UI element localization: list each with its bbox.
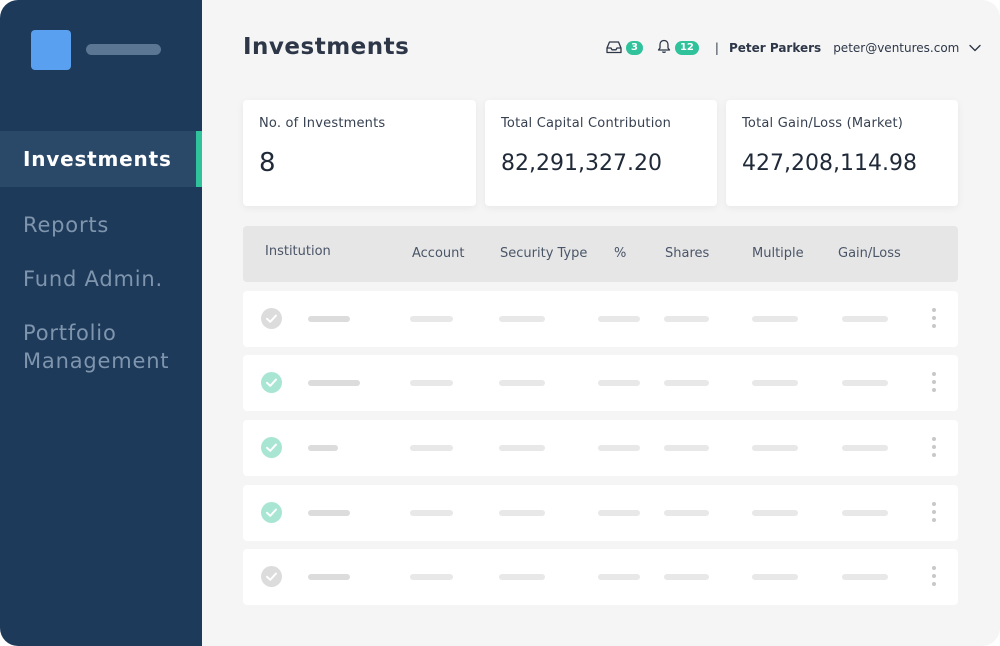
investments-count-card: No. of Investments 8 <box>243 100 476 206</box>
logo-icon <box>31 30 71 70</box>
more-options-icon[interactable] <box>931 308 937 330</box>
multiple-placeholder <box>752 316 798 322</box>
gain-loss-placeholder <box>842 574 888 580</box>
inbox-count-badge: 3 <box>626 41 643 55</box>
percent-placeholder <box>598 380 640 386</box>
security-type-placeholder <box>499 510 545 516</box>
shares-placeholder <box>664 574 709 580</box>
table-row[interactable] <box>243 485 958 541</box>
account-placeholder <box>410 316 453 322</box>
multiple-placeholder <box>752 380 798 386</box>
notification-count-badge: 12 <box>674 41 699 55</box>
check-circle-icon[interactable] <box>261 502 282 523</box>
card-value: 427,208,114.98 <box>742 151 917 176</box>
account-placeholder <box>410 574 453 580</box>
capital-contribution-card: Total Capital Contribution 82,291,327.20 <box>485 100 717 206</box>
sidebar-item-label: Reports <box>23 213 110 237</box>
column-header-percent[interactable]: % <box>614 226 626 282</box>
page-title: Investments <box>243 34 410 60</box>
card-label: No. of Investments <box>259 116 386 131</box>
account-placeholder <box>410 445 453 451</box>
sidebar-item-investments[interactable]: Investments <box>0 131 202 187</box>
check-circle-icon[interactable] <box>261 437 282 458</box>
sidebar-item-label: Fund Admin. <box>23 267 163 291</box>
institution-placeholder <box>308 445 338 451</box>
more-options-icon[interactable] <box>931 566 937 588</box>
institution-placeholder <box>308 510 350 516</box>
multiple-placeholder <box>752 445 798 451</box>
sidebar-item-fund-admin[interactable]: Fund Admin. <box>0 265 202 293</box>
header-separator: | <box>714 41 719 55</box>
shares-placeholder <box>664 510 709 516</box>
chevron-down-icon <box>969 41 982 55</box>
gain-loss-card: Total Gain/Loss (Market) 427,208,114.98 <box>726 100 958 206</box>
shares-placeholder <box>664 380 709 386</box>
account-placeholder <box>410 380 453 386</box>
header-actions: 3 12 | Peter Parkers peter@ventures.com <box>606 37 982 59</box>
sidebar-item-portfolio-management[interactable]: Portfolio Management <box>0 319 202 375</box>
gain-loss-placeholder <box>842 445 888 451</box>
multiple-placeholder <box>752 574 798 580</box>
check-circle-icon[interactable] <box>261 372 282 393</box>
column-header-gain-loss[interactable]: Gain/Loss <box>838 226 901 282</box>
inbox-icon <box>606 40 622 57</box>
column-header-account[interactable]: Account <box>412 226 465 282</box>
column-header-institution[interactable]: Institution <box>265 224 331 280</box>
sidebar-item-label: Management <box>23 349 170 373</box>
gain-loss-placeholder <box>842 510 888 516</box>
card-label: Total Capital Contribution <box>501 116 672 131</box>
table-row[interactable] <box>243 355 958 411</box>
account-placeholder <box>410 510 453 516</box>
security-type-placeholder <box>499 445 545 451</box>
table-row[interactable] <box>243 291 958 347</box>
notifications-button[interactable]: 12 <box>657 39 699 57</box>
security-type-placeholder <box>499 574 545 580</box>
app-window: Investments Reports Fund Admin. Portfoli… <box>0 0 1000 646</box>
shares-placeholder <box>664 316 709 322</box>
more-options-icon[interactable] <box>931 437 937 459</box>
more-options-icon[interactable] <box>931 502 937 524</box>
column-header-multiple[interactable]: Multiple <box>752 226 804 282</box>
institution-placeholder <box>308 574 350 580</box>
user-email: peter@ventures.com <box>833 41 960 55</box>
percent-placeholder <box>598 574 640 580</box>
gain-loss-placeholder <box>842 380 888 386</box>
shares-placeholder <box>664 445 709 451</box>
table-row[interactable] <box>243 420 958 476</box>
table-row[interactable] <box>243 549 958 605</box>
more-options-icon[interactable] <box>931 372 937 394</box>
sidebar-item-reports[interactable]: Reports <box>0 211 202 239</box>
sidebar-item-label: Investments <box>23 147 172 171</box>
inbox-button[interactable]: 3 <box>606 40 643 57</box>
percent-placeholder <box>598 445 640 451</box>
bell-icon <box>657 39 671 57</box>
sidebar: Investments Reports Fund Admin. Portfoli… <box>0 0 202 646</box>
security-type-placeholder <box>499 316 545 322</box>
institution-placeholder <box>308 380 360 386</box>
institution-placeholder <box>308 316 350 322</box>
check-circle-icon[interactable] <box>261 308 282 329</box>
user-menu-button[interactable]: peter@ventures.com <box>833 41 982 55</box>
check-circle-icon[interactable] <box>261 566 282 587</box>
column-header-security-type[interactable]: Security Type <box>500 226 587 282</box>
user-name: Peter Parkers <box>728 41 822 55</box>
security-type-placeholder <box>499 380 545 386</box>
column-header-shares[interactable]: Shares <box>665 226 709 282</box>
multiple-placeholder <box>752 510 798 516</box>
percent-placeholder <box>598 316 640 322</box>
percent-placeholder <box>598 510 640 516</box>
card-label: Total Gain/Loss (Market) <box>742 116 904 131</box>
gain-loss-placeholder <box>842 316 888 322</box>
card-value: 82,291,327.20 <box>501 151 662 176</box>
card-value: 8 <box>259 148 276 178</box>
sidebar-item-label: Portfolio <box>23 321 117 345</box>
logo-text-placeholder <box>86 44 161 55</box>
table-header: Institution Account Security Type % Shar… <box>243 226 958 282</box>
